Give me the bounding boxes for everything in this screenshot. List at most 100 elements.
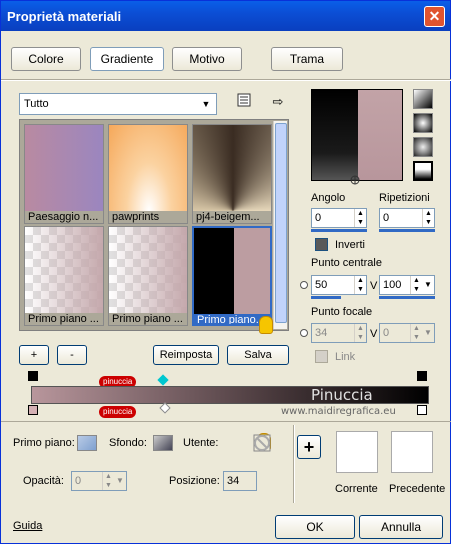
vertical-divider — [293, 425, 295, 503]
user-label: Utente: — [183, 437, 219, 449]
repeats-value: 0 — [383, 212, 390, 224]
tab-bar: Colore Gradiente Motivo Trama — [1, 39, 451, 77]
midpoint-marker-bottom[interactable] — [159, 402, 171, 414]
gallery-item[interactable]: pawprints — [108, 124, 188, 224]
watermark-url: www.maidiregrafica.eu — [281, 406, 396, 417]
gradient-preview[interactable] — [311, 89, 403, 185]
center-y-value: 100 — [383, 279, 402, 291]
invert-checkbox[interactable] — [315, 238, 328, 251]
focal-point-label: Punto focale — [311, 306, 373, 318]
position-field[interactable]: 34 — [223, 471, 257, 491]
center-y-slider[interactable] — [379, 296, 435, 299]
start-marker-bottom[interactable] — [28, 405, 38, 415]
angle-label: Angolo — [311, 192, 346, 204]
spinner-arrows-icon[interactable]: ▲ ▼ — [410, 276, 422, 294]
close-button[interactable]: ✕ — [424, 6, 445, 27]
bottom-panel — [1, 421, 451, 505]
gallery-caption: Primo piano ... — [109, 313, 187, 325]
center-x-spinner[interactable]: 50 ▲ ▼ — [311, 275, 367, 295]
center-point-radio[interactable] — [300, 281, 308, 289]
gallery-item[interactable]: Primo piano ... — [24, 226, 104, 326]
remove-gradient-button[interactable]: - — [57, 345, 87, 365]
chevron-down-icon[interactable]: ▼ — [422, 276, 434, 294]
end-marker-bottom[interactable] — [417, 405, 427, 415]
foreground-swatch[interactable] — [77, 435, 97, 451]
end-marker-top[interactable] — [417, 371, 427, 381]
radial-style-button[interactable] — [413, 161, 433, 181]
repeats-spinner[interactable]: 0 ▲ ▼ — [379, 208, 435, 228]
linear-style-button[interactable] — [413, 89, 433, 109]
scrollbar-thumb[interactable] — [275, 123, 287, 323]
add-gradient-button[interactable]: + — [19, 345, 49, 365]
library-icon[interactable] — [235, 93, 253, 111]
position-value: 34 — [227, 475, 240, 487]
gallery-scrollbar[interactable] — [273, 121, 287, 329]
previous-color-box[interactable] — [391, 431, 433, 473]
gallery-item[interactable]: pj4-beigem... — [192, 124, 272, 224]
position-label: Posizione: — [169, 475, 220, 487]
repeats-slider[interactable] — [379, 229, 435, 232]
gallery-caption: pawprints — [109, 211, 187, 223]
sunburst-style-button[interactable] — [413, 137, 433, 157]
opacity-label: Opacità: — [23, 475, 64, 487]
tab-colore[interactable]: Colore — [11, 47, 81, 71]
center-x-slider[interactable] — [311, 296, 341, 299]
crosshair-icon — [350, 175, 360, 185]
focal-x-value: 34 — [315, 327, 328, 339]
background-swatch[interactable] — [153, 435, 173, 451]
gallery-caption: Primo piano ... — [25, 313, 103, 325]
angle-slider[interactable] — [311, 229, 367, 232]
focal-x-spinner[interactable]: 34 ▲ ▼ — [311, 323, 367, 343]
chevron-down-icon[interactable]: ▼ — [114, 472, 126, 490]
focal-y-value: 0 — [383, 327, 390, 339]
save-button[interactable]: Salva — [227, 345, 289, 365]
gallery-caption: Paesaggio n... — [25, 211, 103, 223]
pointer-hand-icon — [259, 316, 273, 334]
gallery-item[interactable]: Paesaggio n... — [24, 124, 104, 224]
start-marker-top[interactable] — [28, 371, 38, 381]
gallery-item[interactable]: Primo piano ... — [108, 226, 188, 326]
link-checkbox[interactable] — [315, 350, 328, 363]
angle-spinner[interactable]: 0 ▲ ▼ — [311, 208, 367, 228]
gradient-gallery: Paesaggio n... pawprints pj4-beigem... P… — [19, 119, 289, 331]
link-label: Link — [335, 351, 356, 363]
current-color-box — [336, 431, 378, 473]
gallery-caption: pj4-beigem... — [193, 211, 271, 223]
cancel-button[interactable]: Annulla — [359, 515, 443, 539]
spinner-arrows-icon[interactable]: ▲ ▼ — [354, 209, 366, 227]
spinner-arrows-icon[interactable]: ▲ ▼ — [410, 324, 422, 342]
background-label: Sfondo: — [109, 437, 147, 449]
center-y-spinner[interactable]: 100 ▲ ▼ ▼ — [379, 275, 435, 295]
center-x-value: 50 — [315, 279, 328, 291]
current-label: Corrente — [335, 483, 378, 495]
tab-gradiente[interactable]: Gradiente — [90, 47, 164, 71]
category-dropdown[interactable]: Tutto ▼ — [19, 93, 217, 115]
spinner-arrows-icon[interactable]: ▲ ▼ — [102, 472, 114, 490]
window-title: Proprietà materiali — [7, 9, 122, 24]
spinner-arrows-icon[interactable]: ▲ ▼ — [354, 276, 366, 294]
focal-point-radio[interactable] — [300, 329, 308, 337]
chevron-down-icon[interactable]: ▼ — [422, 324, 434, 342]
repeats-label: Ripetizioni — [379, 192, 430, 204]
tab-divider — [1, 79, 451, 81]
tab-trama[interactable]: Trama — [271, 47, 343, 71]
help-link[interactable]: Guida — [13, 520, 42, 532]
chevron-down-icon: ▼ — [201, 99, 211, 109]
material-properties-dialog: Proprietà materiali ✕ Colore Gradiente M… — [0, 0, 451, 544]
rectangular-style-button[interactable] — [413, 113, 433, 133]
reset-button[interactable]: Reimposta — [153, 345, 219, 365]
spinner-arrows-icon[interactable]: ▲ ▼ — [354, 324, 366, 342]
opacity-spinner[interactable]: 0 ▲ ▼ ▼ — [71, 471, 127, 491]
tab-motivo[interactable]: Motivo — [172, 47, 242, 71]
gallery-item-selected[interactable]: Primo piano... — [192, 226, 272, 326]
spinner-arrows-icon[interactable]: ▲ ▼ — [422, 209, 434, 227]
focal-y-spinner[interactable]: 0 ▲ ▼ ▼ — [379, 323, 435, 343]
arrow-right-icon[interactable]: ⇨ — [269, 93, 287, 111]
foreground-label: Primo piano: — [13, 437, 75, 449]
ok-button[interactable]: OK — [275, 515, 355, 539]
add-color-button[interactable]: + — [297, 435, 321, 459]
category-value: Tutto — [24, 98, 49, 110]
invert-label: Inverti — [335, 239, 365, 251]
midpoint-marker-top[interactable] — [157, 374, 169, 386]
no-entry-icon[interactable] — [253, 434, 271, 452]
